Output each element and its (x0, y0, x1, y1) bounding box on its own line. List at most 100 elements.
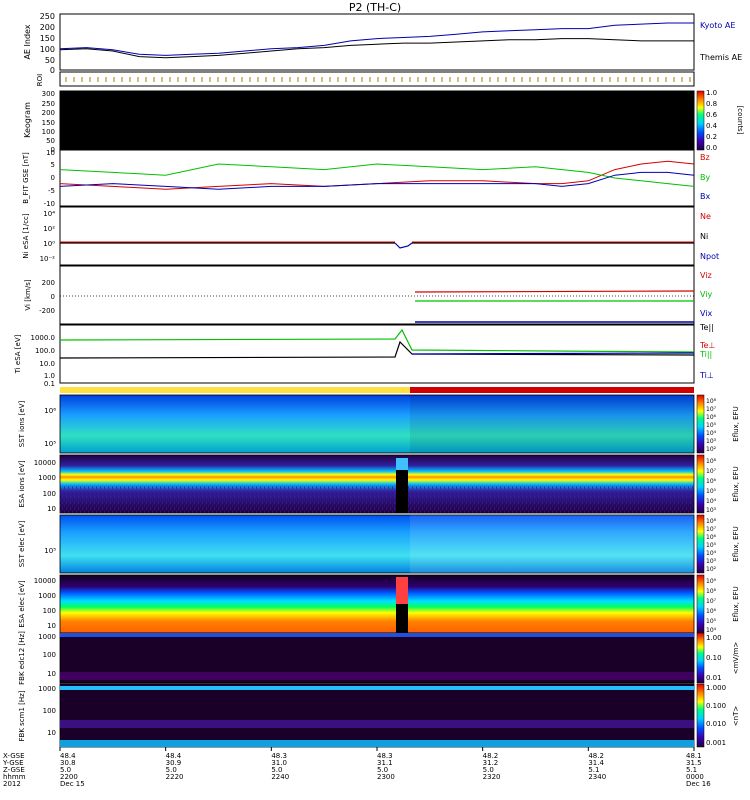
sst-elec-cbar-t1: 10⁷ (706, 526, 717, 533)
bfield-tick-m5: -5 (48, 187, 55, 195)
velocity-tick-200: 200 (42, 279, 55, 287)
velocity-legend-viy: Viy (700, 290, 713, 299)
fbk-scm-spectrogram (59, 683, 695, 748)
keogram-panel: Keogram 300 250 200 150 100 50 0 1.0 0.8… (23, 89, 744, 154)
ae-panel-frame (59, 13, 695, 71)
temp-tick-10: 10.0 (39, 360, 55, 368)
sst-elec-cbar-t4: 10⁴ (706, 550, 717, 557)
fbk-edc-cbar-t1: 0.10 (706, 654, 722, 662)
esa-elec-tick-100: 100 (43, 607, 56, 615)
fbk-edc-low-band (60, 672, 694, 680)
bfield-ylabel: B_FIT GSE [nT] (22, 152, 30, 204)
esa-elec-cbar-t0: 10⁹ (706, 578, 717, 585)
esa-ions-tick-100: 100 (43, 490, 56, 498)
ae-tick-50: 50 (45, 56, 55, 65)
fbk-scm-colorbar (696, 683, 705, 748)
keogram-cbar-tick-5: 0.2 (706, 133, 717, 141)
fbk-scm-cbar-t2: 0.010 (706, 720, 726, 728)
esa-elec-burst (396, 577, 408, 604)
density-legend-npot: Npot (700, 252, 719, 261)
sst-elec-cbar-t2: 10⁶ (706, 534, 717, 541)
temp-tick-1: 1.0 (44, 372, 55, 380)
fbk-edc-tick-100: 100 (43, 651, 56, 659)
temp-legend-te-para: Te|| (699, 323, 714, 332)
keogram-tick-300: 300 (42, 90, 55, 98)
sst-elec-cbar-t6: 10² (706, 566, 717, 573)
ae-tick-250: 250 (40, 12, 55, 21)
esa-ions-burst (396, 458, 408, 470)
bfield-tick-5: 5 (51, 161, 55, 169)
velocity-legend-vix: Vix (700, 309, 713, 318)
ae-index-panel: AE Index 250 200 150 100 50 0 Kyoto AE T… (23, 12, 742, 75)
density-legend-ne: Ne (700, 212, 711, 221)
keogram-cbar-tick-4: 0.4 (706, 122, 718, 130)
esa-elec-cbar-t5: 10⁴ (706, 627, 717, 634)
esa-ions-cbar-label: Eflux, EFU (732, 466, 740, 501)
ephem-cell: 2240 (271, 773, 289, 781)
ae-tick-200: 200 (40, 23, 55, 32)
velocity-tick-0: 0 (51, 293, 55, 301)
fbk-edc-cbar-t2: 0.01 (706, 674, 722, 682)
fbk-edc-top-band (60, 633, 694, 637)
sst-ions-tick-1e6: 10⁶ (44, 407, 56, 415)
ae-ylabel: AE Index (23, 24, 32, 59)
esa-ions-tick-1000: 1000 (38, 474, 56, 482)
temp-tick-100: 100.0 (35, 347, 55, 355)
sst-elec-panel: SST elec [eV] 10⁵ Eflux, EFU 10⁸ 10⁷ 10⁶… (18, 514, 740, 574)
fbk-scm-cbar-t0: 1.000 (706, 684, 726, 692)
fbk-scm-tick-10: 10 (47, 729, 56, 737)
ephem-cell: Dec 15 (60, 780, 85, 788)
esa-ions-colorbar (696, 454, 705, 514)
ephemeris-table: X-GSE Y-GSE Z-GSE hhmm 2012 48.430.85.02… (2, 747, 711, 788)
sst-elec-ylabel: SST elec [eV] (18, 520, 26, 567)
density-tick-1e2: 10² (43, 225, 55, 233)
esa-ions-ylabel: ESA ions [eV] (18, 460, 26, 507)
bfield-legend-bx: Bx (700, 192, 710, 201)
sst-ions-cbar-t5: 10³ (706, 438, 717, 445)
esa-ions-cbar-t3: 10⁵ (706, 488, 717, 495)
ae-tick-150: 150 (40, 34, 55, 43)
velocity-panel-frame (59, 265, 695, 325)
density-ylabel: Ni eSA [1/cc] (22, 213, 30, 259)
esa-elec-cbar-t1: 10⁸ (706, 588, 717, 595)
density-tick-1e0: 10⁰ (43, 240, 55, 248)
esa-ions-cbar-t1: 10⁷ (706, 468, 717, 475)
fbk-edc-tick-1000: 1000 (38, 633, 56, 641)
keogram-cbar-tick-3: 0.6 (706, 111, 718, 119)
velocity-panel: Vi [km/s] 200 0 -200 Viz Viy Vix (24, 265, 713, 325)
fbk-edc-panel: FBK edc12 [Hz] 1000 100 10 <mV/m> 1.00 0… (18, 631, 740, 685)
ae-legend-themis: Themis AE (699, 53, 742, 62)
sst-ions-cbar-t4: 10⁴ (706, 430, 717, 437)
sst-elec-cbar-t0: 10⁸ (706, 518, 717, 525)
sst-ions-colorbar (696, 394, 705, 454)
mode-bar-fast (410, 387, 694, 393)
sst-elec-cbar-t5: 10³ (706, 558, 717, 565)
fbk-scm-cbar-t1: 0.100 (706, 702, 726, 710)
temp-legend-te-perp: Te⊥ (699, 341, 715, 350)
esa-ions-tick-10000: 10000 (34, 459, 56, 467)
temp-legend-ti-para: Ti|| (699, 350, 712, 359)
roi-panel: ROI (36, 71, 695, 87)
ephemeris-columns: 48.430.85.02200Dec 1548.430.95.0222048.3… (59, 747, 711, 788)
fbk-scm-tick-1000: 1000 (38, 685, 56, 693)
temp-ylabel: Ti eSA [eV] (14, 334, 22, 374)
esa-elec-panel: ESA elec [eV] 10000 1000 100 10 Eflux, E… (18, 574, 740, 634)
sst-ions-cbar-label: Eflux, EFU (732, 406, 740, 441)
sst-ions-right-dim (410, 395, 694, 453)
fbk-scm-tick-100: 100 (43, 707, 56, 715)
bfield-legend-by: By (700, 173, 710, 182)
velocity-tick-m200: -200 (39, 307, 55, 315)
sst-ions-cbar-t3: 10⁵ (706, 422, 717, 429)
keogram-cbar-tick-6: 0.0 (706, 144, 717, 152)
ae-tick-100: 100 (40, 45, 55, 54)
fbk-scm-bottom-band (60, 740, 694, 747)
esa-elec-gap (396, 604, 408, 633)
sst-elec-right-light (410, 515, 694, 573)
roi-ylabel: ROI (36, 74, 44, 86)
density-tick-1e4: 10⁴ (43, 210, 55, 218)
density-panel-frame (59, 206, 695, 266)
fbk-scm-cbar-label: <nT> (732, 706, 740, 727)
fbk-edc-tick-10: 10 (47, 670, 56, 678)
keogram-tick-250: 250 (42, 100, 55, 108)
fbk-edc-colorbar (696, 632, 705, 684)
